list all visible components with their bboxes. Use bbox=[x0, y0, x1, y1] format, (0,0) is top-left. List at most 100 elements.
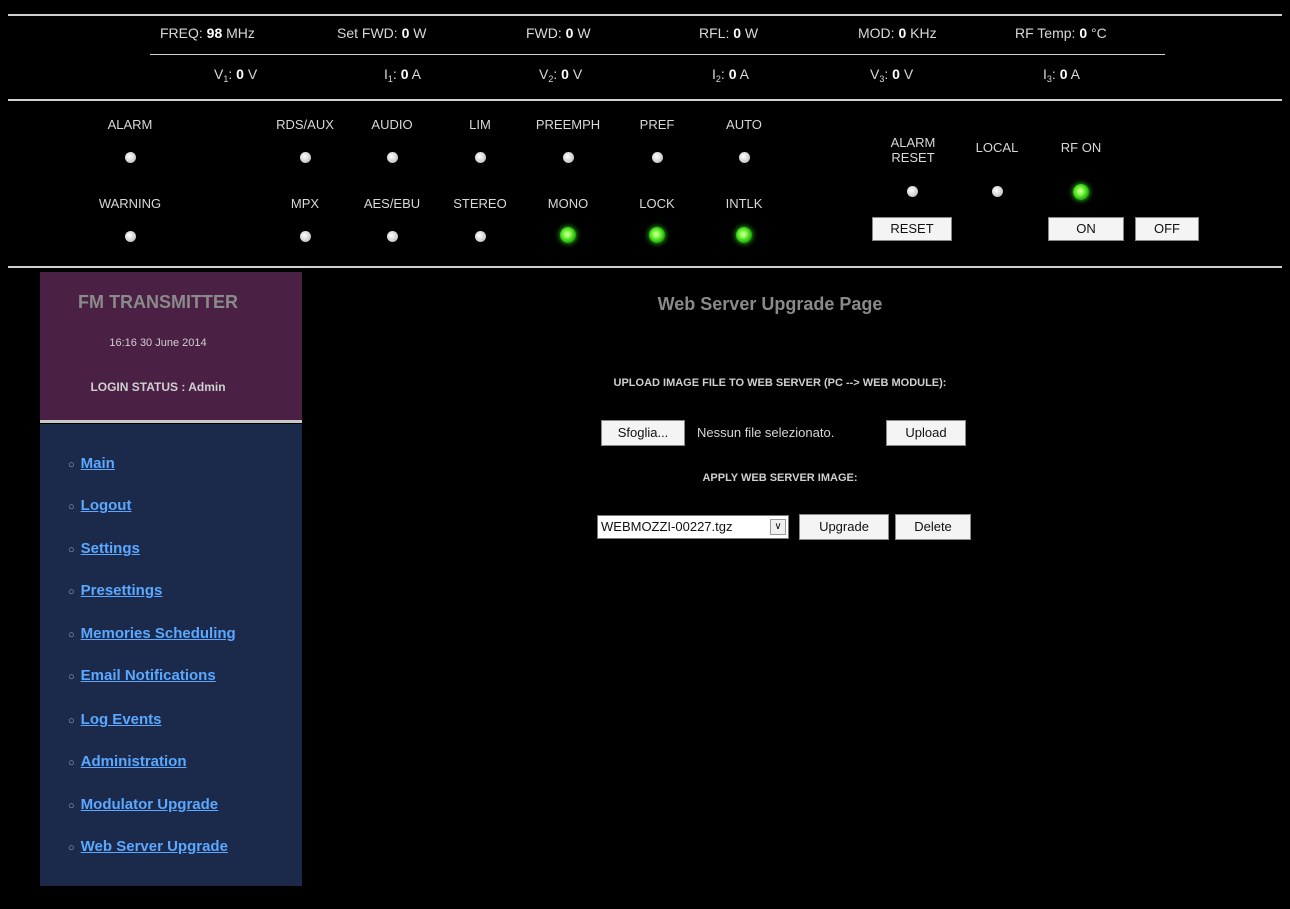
sidebar-item-log-events[interactable]: ○ Log Events bbox=[68, 711, 162, 728]
mod-readout: MOD: 0 KHz bbox=[858, 25, 937, 41]
nav-link[interactable]: Logout bbox=[81, 497, 132, 514]
rf-off-button[interactable]: OFF bbox=[1135, 217, 1199, 241]
header-divider bbox=[8, 99, 1282, 101]
indicator-label: MPX bbox=[290, 196, 320, 211]
mpx-led-icon bbox=[299, 231, 311, 242]
local-led-icon bbox=[992, 186, 1003, 197]
sidebar-datetime: 16:16 30 June 2014 bbox=[109, 337, 207, 349]
reset-button[interactable]: RESET bbox=[872, 217, 952, 241]
indicator-label: PREEMPH bbox=[535, 117, 601, 132]
nav-link[interactable]: Main bbox=[81, 455, 115, 472]
alarm-reset-led-icon bbox=[907, 186, 918, 197]
image-select[interactable]: WEBMOZZI-00227.tgz ∨ bbox=[597, 515, 789, 539]
indicator-mpx: MPX bbox=[260, 197, 350, 245]
alarm-reset-label: ALARM RESET bbox=[890, 135, 936, 165]
auto-led-icon bbox=[738, 152, 750, 163]
no-file-text: Nessun file selezionato. bbox=[697, 425, 835, 440]
indicator-label: AES/EBU bbox=[363, 196, 421, 211]
v2-readout: V2: 0 V bbox=[539, 66, 583, 84]
indicator-label: PREF bbox=[639, 117, 675, 132]
apply-heading: APPLY WEB SERVER IMAGE: bbox=[702, 472, 858, 484]
bullet-icon: ○ bbox=[68, 671, 75, 683]
rds-aux-led-icon bbox=[299, 152, 311, 163]
stereo-led-icon bbox=[474, 231, 486, 242]
sidebar-item-memories-scheduling[interactable]: ○ Memories Scheduling bbox=[68, 625, 236, 642]
sidebar-item-modulator-upgrade[interactable]: ○ Modulator Upgrade bbox=[68, 796, 218, 813]
login-status: LOGIN STATUS : Admin bbox=[90, 380, 226, 394]
indicator-intlk: INTLK bbox=[699, 197, 789, 246]
preemph-led-icon bbox=[562, 152, 574, 163]
bullet-icon: ○ bbox=[68, 715, 75, 727]
rf-on-label: RF ON bbox=[1060, 140, 1102, 155]
indicator-preemph: PREEMPH bbox=[523, 118, 613, 166]
indicator-label: AUTO bbox=[726, 117, 762, 132]
indicator-label: MONO bbox=[547, 196, 589, 211]
delete-button[interactable]: Delete bbox=[895, 514, 971, 540]
alarm-led-icon bbox=[124, 152, 136, 163]
indicator-audio: AUDIO bbox=[347, 118, 437, 166]
bullet-icon: ○ bbox=[68, 586, 75, 598]
warning-led-icon bbox=[124, 231, 136, 242]
nav-link[interactable]: Log Events bbox=[81, 711, 162, 728]
sidebar-item-settings[interactable]: ○ Settings bbox=[68, 540, 140, 557]
indicator-divider bbox=[8, 266, 1282, 268]
upgrade-button[interactable]: Upgrade bbox=[799, 514, 889, 540]
chevron-down-icon[interactable]: ∨ bbox=[770, 519, 786, 535]
nav-link[interactable]: Web Server Upgrade bbox=[81, 838, 228, 855]
top-divider bbox=[8, 14, 1282, 16]
browse-button[interactable]: Sfoglia... bbox=[601, 420, 685, 446]
indicator-warning: WARNING bbox=[85, 197, 175, 245]
i3-readout: I3: 0 A bbox=[1043, 66, 1080, 84]
nav-link[interactable]: Email Notifications bbox=[81, 667, 216, 684]
indicator-label: LOCK bbox=[639, 196, 675, 211]
v3-readout: V3: 0 V bbox=[870, 66, 914, 84]
indicator-label: RDS/AUX bbox=[276, 117, 334, 132]
bullet-icon: ○ bbox=[68, 629, 75, 641]
indicator-label: STEREO bbox=[453, 196, 507, 211]
indicator-lock: LOCK bbox=[612, 197, 702, 246]
page-title: Web Server Upgrade Page bbox=[657, 294, 883, 314]
bullet-icon: ○ bbox=[68, 800, 75, 812]
image-select-value: WEBMOZZI-00227.tgz bbox=[601, 519, 733, 534]
indicator-rds-aux: RDS/AUX bbox=[260, 118, 350, 166]
sidebar-item-main[interactable]: ○ Main bbox=[68, 455, 115, 472]
rf-on-button[interactable]: ON bbox=[1048, 217, 1124, 241]
set-fwd-readout: Set FWD: 0 W bbox=[337, 25, 427, 41]
indicator-label: ALARM bbox=[107, 117, 153, 132]
indicator-mono: MONO bbox=[523, 197, 613, 246]
lim-led-icon bbox=[474, 152, 486, 163]
lock-led-icon bbox=[649, 227, 665, 243]
sidebar-item-administration[interactable]: ○ Administration bbox=[68, 753, 187, 770]
upload-heading: UPLOAD IMAGE FILE TO WEB SERVER (PC --> … bbox=[613, 377, 947, 389]
bullet-icon: ○ bbox=[68, 544, 75, 556]
v1-readout: V1: 0 V bbox=[214, 66, 258, 84]
indicator-label: AUDIO bbox=[371, 117, 413, 132]
sidebar-title: FM TRANSMITTER bbox=[78, 292, 238, 312]
pref-led-icon bbox=[651, 152, 663, 163]
rf-temp-readout: RF Temp: 0 °C bbox=[1015, 25, 1107, 41]
sidebar-item-presettings[interactable]: ○ Presettings bbox=[68, 582, 162, 599]
sidebar-header: FM TRANSMITTER 16:16 30 June 2014 LOGIN … bbox=[40, 272, 302, 422]
indicator-label: LIM bbox=[469, 117, 491, 132]
indicator-label: INTLK bbox=[725, 196, 763, 211]
nav-link[interactable]: Presettings bbox=[81, 582, 163, 599]
sidebar-item-email-notifications[interactable]: ○ Email Notifications bbox=[68, 667, 216, 684]
aes-ebu-led-icon bbox=[386, 231, 398, 242]
nav-link[interactable]: Settings bbox=[81, 540, 140, 557]
bullet-icon: ○ bbox=[68, 757, 75, 769]
indicator-label: WARNING bbox=[98, 196, 162, 211]
i1-readout: I1: 0 A bbox=[384, 66, 421, 84]
rf-on-led-icon bbox=[1073, 184, 1089, 200]
fwd-readout: FWD: 0 W bbox=[526, 25, 591, 41]
indicator-pref: PREF bbox=[612, 118, 702, 166]
upload-button[interactable]: Upload bbox=[886, 420, 966, 446]
sidebar-divider bbox=[40, 420, 302, 423]
sidebar-item-web-server-upgrade[interactable]: ○ Web Server Upgrade bbox=[68, 838, 228, 855]
nav-link[interactable]: Modulator Upgrade bbox=[81, 796, 219, 813]
audio-led-icon bbox=[386, 152, 398, 163]
bullet-icon: ○ bbox=[68, 501, 75, 513]
nav-link[interactable]: Memories Scheduling bbox=[81, 625, 236, 642]
indicator-stereo: STEREO bbox=[435, 197, 525, 245]
nav-link[interactable]: Administration bbox=[81, 753, 187, 770]
sidebar-item-logout[interactable]: ○ Logout bbox=[68, 497, 131, 514]
